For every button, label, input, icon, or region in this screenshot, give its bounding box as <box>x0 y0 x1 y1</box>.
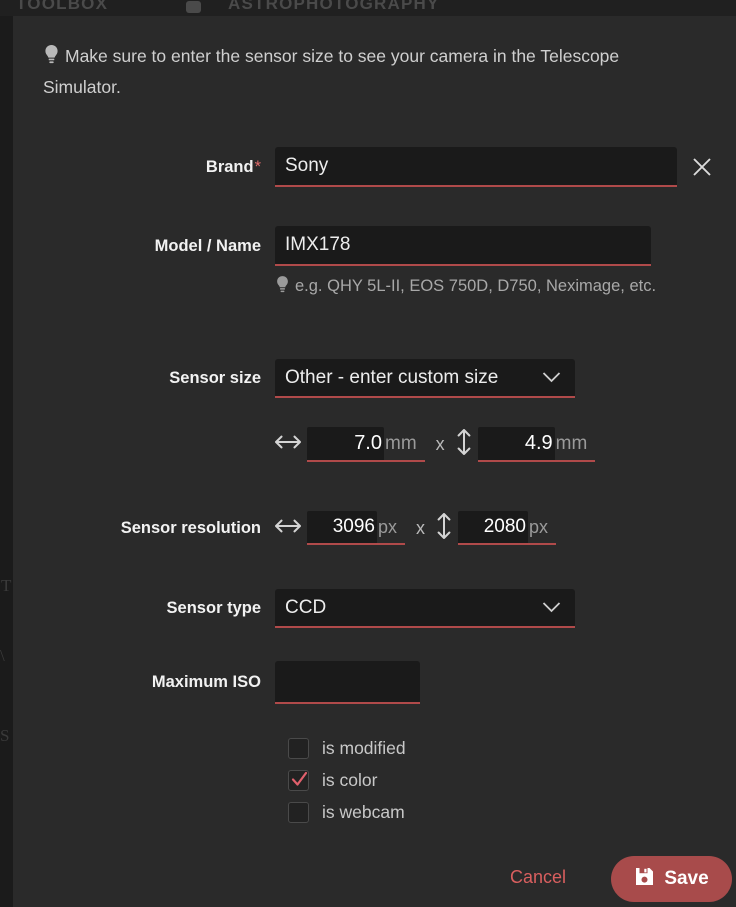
brand-label: Brand* <box>205 157 261 176</box>
checkbox-box[interactable] <box>288 769 309 793</box>
sensor-width-group: mm <box>275 427 425 462</box>
camera-form-dialog: Make sure to enter the sensor size to se… <box>13 16 736 907</box>
camera-flags-group: is modified is color is webcam <box>288 732 406 828</box>
maximum-iso-label: Maximum ISO <box>151 673 261 691</box>
notice-text: Make sure to enter the sensor size to se… <box>43 46 620 97</box>
sensor-size-label: Sensor size <box>169 369 261 387</box>
resolution-height-unit: px <box>528 511 557 545</box>
background-app-icon <box>186 1 201 13</box>
lightbulb-icon <box>275 275 290 303</box>
arrow-horizontal-icon <box>275 434 301 455</box>
sensor-height-input[interactable] <box>477 427 555 462</box>
arrow-vertical-icon <box>456 429 472 460</box>
save-button-label: Save <box>664 868 709 889</box>
sensor-resolution-row: Sensor resolution px x px <box>13 511 557 545</box>
checkbox-is-color[interactable]: is color <box>288 764 406 796</box>
background-left-strip: T \ S <box>0 16 13 907</box>
sensor-size-notice: Make sure to enter the sensor size to se… <box>43 42 653 101</box>
sensor-height-unit: mm <box>554 427 596 462</box>
sensor-size-select[interactable]: Other - enter custom size <box>275 359 575 398</box>
model-label: Model / Name <box>154 236 261 255</box>
model-hint: e.g. QHY 5L-II, EOS 750D, D750, Neximage… <box>275 272 725 303</box>
sensor-size-dimensions: mm x mm <box>275 427 596 462</box>
brand-row: Brand* <box>13 147 713 187</box>
sensor-height-group: mm <box>456 427 596 462</box>
sensor-size-select-wrap: Other - enter custom size <box>275 359 575 398</box>
checkbox-label: is color <box>322 769 378 790</box>
arrow-horizontal-icon <box>275 518 301 539</box>
sensor-type-select-wrap: CCD <box>275 589 575 628</box>
maximum-iso-input[interactable] <box>275 661 420 704</box>
resolution-width-unit: px <box>377 511 406 545</box>
checkbox-label: is modified <box>322 737 406 758</box>
lightbulb-icon <box>43 44 60 73</box>
resolution-height-input[interactable] <box>458 511 529 545</box>
check-icon <box>291 771 308 793</box>
sensor-type-label: Sensor type <box>166 599 261 617</box>
dimension-separator: x <box>416 517 426 538</box>
model-row: Model / Name <box>13 226 713 266</box>
save-button[interactable]: Save <box>611 856 732 902</box>
sensor-resolution-label: Sensor resolution <box>120 518 261 537</box>
arrow-vertical-icon <box>436 512 452 544</box>
sensor-size-row: Sensor size Other - enter custom size <box>13 359 713 398</box>
background-toolbox-title: TOOLBOX <box>16 0 109 13</box>
cancel-button[interactable]: Cancel <box>500 861 576 894</box>
checkbox-label: is webcam <box>322 801 405 822</box>
brand-input[interactable] <box>275 147 677 187</box>
model-hint-text: e.g. QHY 5L-II, EOS 750D, D750, Neximage… <box>295 277 657 295</box>
resolution-width-input[interactable] <box>307 511 377 545</box>
sensor-width-input[interactable] <box>307 427 384 462</box>
screen: TOOLBOX ASTROPHOTOGRAPHY T \ S Make sure… <box>0 0 736 907</box>
sensor-width-unit: mm <box>384 427 425 462</box>
background-ghost-mark-3: S <box>0 726 10 745</box>
background-ghost-mark-2: \ <box>0 646 5 665</box>
sensor-type-row: Sensor type CCD <box>13 589 713 628</box>
save-floppy-icon <box>634 866 655 893</box>
checkbox-box[interactable] <box>288 737 309 759</box>
sensor-type-select[interactable]: CCD <box>275 589 575 628</box>
resolution-width-group: px <box>275 511 406 545</box>
resolution-height-group: px <box>436 511 557 545</box>
dimension-separator: x <box>435 434 445 454</box>
maximum-iso-row: Maximum ISO <box>13 661 713 704</box>
model-input[interactable] <box>275 226 651 266</box>
checkbox-box[interactable] <box>288 801 309 823</box>
background-astrophotography-title: ASTROPHOTOGRAPHY <box>228 0 440 13</box>
background-app-header: TOOLBOX ASTROPHOTOGRAPHY <box>0 0 736 16</box>
required-marker: * <box>254 157 261 176</box>
checkbox-is-webcam[interactable]: is webcam <box>288 796 406 828</box>
checkbox-is-modified[interactable]: is modified <box>288 732 406 764</box>
close-icon[interactable] <box>691 156 713 178</box>
background-ghost-mark-1: T <box>1 576 12 595</box>
